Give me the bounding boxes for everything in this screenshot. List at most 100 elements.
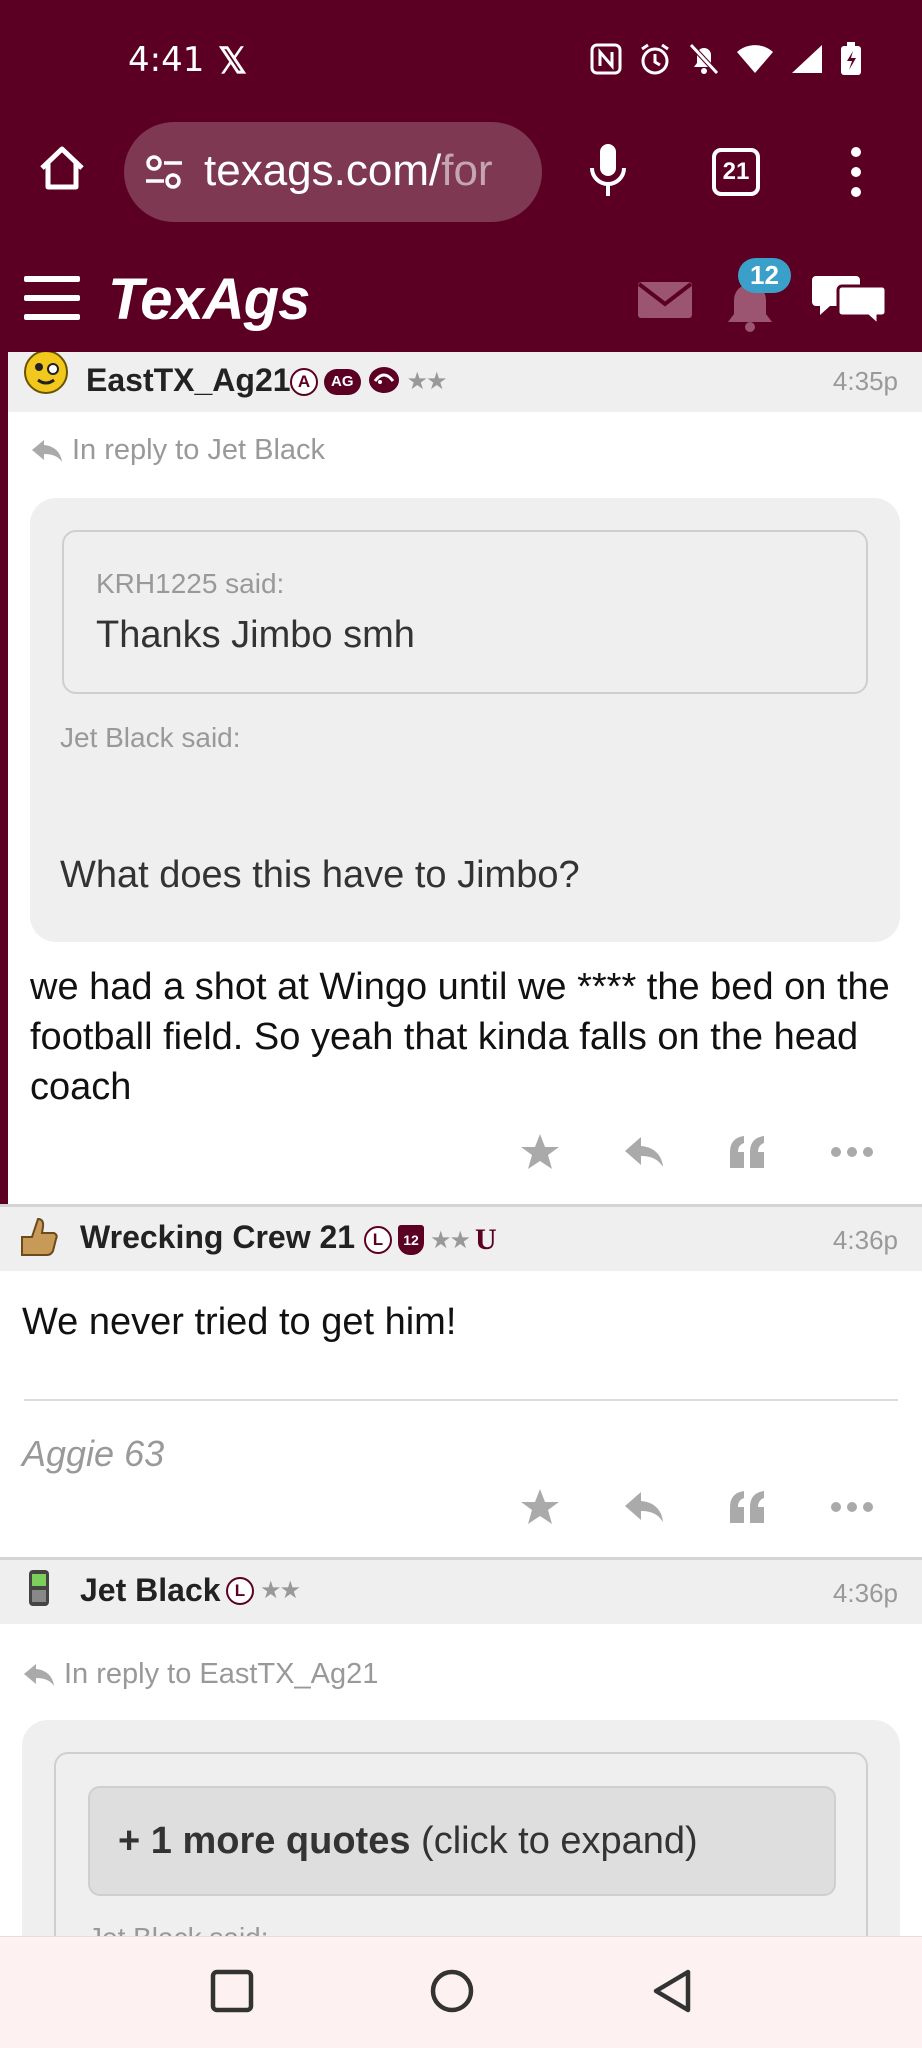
chat-bubbles-icon [812,276,888,329]
post-actions [488,1132,904,1172]
tab-switcher-button[interactable]: 21 [712,148,760,196]
post-body: We never tried to get him! [22,1301,457,1343]
nested-quote: + 1 more quotes (click to expand) Jet Bl… [54,1752,868,1936]
post-jet-black: Jet Black L ★★ 4:36p In reply to EastTX_… [0,1560,922,1936]
status-time: 4:41 [128,40,205,80]
mute-icon [688,42,720,81]
quote-icon [730,1136,764,1168]
more-button[interactable] [800,1501,904,1513]
square-icon [210,1969,254,2013]
post-signature: Aggie 63 [22,1433,165,1474]
expand-quotes-count: + 1 more quotes [118,1820,411,1862]
post-timestamp: 4:36p [832,1578,898,1608]
quote-button[interactable] [696,1489,800,1525]
quote-icon [730,1491,764,1523]
messages-button[interactable] [636,280,694,325]
more-horiz-icon [831,1147,873,1157]
in-reply-to-link[interactable]: In reply to EastTX_Ag21 [22,1658,378,1691]
quote-block: KRH1225 said: Thanks Jimbo smh Jet Black… [30,498,900,942]
in-reply-to-text: In reply to EastTX_Ag21 [64,1658,379,1690]
reply-button[interactable] [592,1490,696,1524]
url-bar[interactable]: texags.com/for [124,122,542,222]
post-actions [488,1487,904,1527]
rating-stars: ★★ [406,368,448,395]
reply-icon [625,1137,663,1167]
badge-l: L [364,1226,392,1254]
nested-quote: KRH1225 said: Thanks Jimbo smh [62,530,868,694]
status-icons [590,42,862,81]
reply-icon [625,1492,663,1522]
post-wrecking-crew-21: Wrecking Crew 21 L 12 ★★ U 4:36p We neve… [0,1207,922,1557]
nested-quote-author: KRH1225 said: [96,568,285,599]
site-header: TexAgs 12 [0,244,922,352]
back-button[interactable] [648,1967,696,2020]
rating-stars: ★★ [260,1577,301,1604]
badge-ag: AG [324,368,361,395]
post-eastx-ag21: EastTX_Ag21 A AG ★★ 4:35p In reply to Je… [0,352,922,1204]
user-badges: L ★★ [226,1576,301,1605]
alarm-icon [638,42,672,81]
user-badges: A AG ★★ [290,364,448,399]
signal-icon [790,43,824,80]
mascot-badge-icon [367,364,401,399]
recents-button[interactable] [208,1967,256,2020]
badge-u: U [475,1223,497,1256]
home-nav-button[interactable] [428,1967,476,2020]
x-app-icon: 𝕏 [218,40,248,81]
wifi-icon [736,43,774,80]
android-nav-bar [0,1936,922,2048]
reply-button[interactable] [592,1135,696,1169]
post-username[interactable]: EastTX_Ag21 [86,362,291,399]
quote-text: What does this have to Jimbo? [60,854,580,896]
star-icon [521,1134,559,1169]
quote-author: Jet Black said: [88,1922,269,1936]
site-logo[interactable]: TexAgs [108,266,310,333]
thread-content[interactable]: EastTX_Ag21 A AG ★★ 4:35p In reply to Je… [0,352,922,1936]
microphone-icon [590,144,626,196]
more-button[interactable] [800,1146,904,1158]
post-header: Jet Black L ★★ 4:36p [0,1560,922,1624]
post-username[interactable]: Jet Black [80,1572,221,1609]
circle-icon [430,1969,474,2013]
battery-charging-icon [840,42,862,81]
back-triangle-icon [653,1969,691,2013]
nfc-icon [590,43,622,80]
expand-quotes-button[interactable]: + 1 more quotes (click to expand) [88,1786,836,1896]
post-header: Wrecking Crew 21 L 12 ★★ U 4:36p [0,1207,922,1271]
signature-divider [24,1399,898,1401]
browser-menu-button[interactable] [848,146,864,203]
quote-author: Jet Black said: [60,722,241,753]
chat-button[interactable] [812,270,888,335]
more-vert-icon [851,147,861,197]
avatar[interactable] [22,352,68,394]
quote-button[interactable] [696,1134,800,1170]
quote-block: + 1 more quotes (click to expand) Jet Bl… [22,1720,900,1936]
avatar[interactable] [26,1568,52,1612]
badge-l: L [226,1576,254,1605]
star-button[interactable] [488,1487,592,1527]
post-header: EastTX_Ag21 A AG ★★ 4:35p [8,352,922,412]
mail-icon [637,282,693,318]
post-username[interactable]: Wrecking Crew 21 [80,1219,355,1256]
reply-arrow-icon [24,1663,54,1686]
badge-a: A [290,367,318,396]
site-settings-icon[interactable] [144,152,184,197]
expand-quotes-hint: (click to expand) [410,1820,698,1862]
reply-arrow-icon [32,439,62,462]
url-main: texags.com/ [204,146,442,195]
more-horiz-icon [831,1502,873,1512]
avatar[interactable] [16,1213,60,1257]
hamburger-menu-button[interactable] [24,276,80,320]
home-button[interactable] [36,142,88,194]
status-bar: 4:41 𝕏 [0,0,922,120]
in-reply-to-text: In reply to Jet Black [72,434,326,466]
nested-quote-text: Thanks Jimbo smh [96,614,415,656]
star-icon [521,1489,559,1524]
badge-12-icon: 12 [398,1225,424,1255]
rating-stars: ★★ [430,1226,471,1254]
url-faded: for [441,146,493,195]
star-button[interactable] [488,1132,592,1172]
voice-search-button[interactable] [588,142,628,203]
post-body: we had a shot at Wingo until we **** the… [30,966,890,1108]
in-reply-to-link[interactable]: In reply to Jet Black [30,434,325,467]
